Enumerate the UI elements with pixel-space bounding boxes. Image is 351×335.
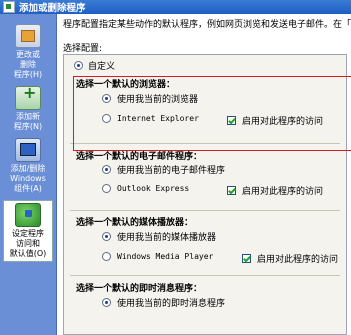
email-enable-label: 启用对此程序的访问 bbox=[242, 187, 324, 197]
email-current-radio[interactable] bbox=[102, 165, 111, 174]
sidebar-item-windows-components[interactable]: 添加/删除 Windows 组件(A) bbox=[4, 138, 52, 194]
media-group-title: 选择一个默认的媒体播放器： bbox=[76, 218, 194, 228]
sidebar-item-add-new[interactable]: 添加新 程序(N) bbox=[4, 86, 52, 132]
im-current-option[interactable]: 使用我当前的即时消息程序 bbox=[102, 296, 225, 309]
custom-radio[interactable] bbox=[74, 61, 83, 70]
email-enable-option[interactable]: 启用对此程序的访问 bbox=[227, 184, 323, 197]
email-outlook-option[interactable]: Outlook Express bbox=[102, 184, 189, 193]
im-group-title: 选择一个默认的即时消息程序： bbox=[76, 284, 203, 294]
sidebar-item-label: 添加/删除 Windows 组件(A) bbox=[10, 164, 46, 193]
media-wmp-label: Windows Media Player bbox=[117, 252, 214, 261]
sidebar-item-change-remove[interactable]: 更改或 删除 程序(H) bbox=[4, 24, 52, 80]
email-outlook-label: Outlook Express bbox=[117, 184, 190, 193]
windows-components-icon bbox=[15, 138, 41, 162]
divider bbox=[70, 210, 340, 211]
custom-label: 自定义 bbox=[88, 62, 116, 72]
sidebar-item-label: 更改或 删除 程序(H) bbox=[13, 50, 43, 79]
media-enable-label: 启用对此程序的访问 bbox=[257, 255, 339, 265]
media-current-label: 使用我当前的媒体播放器 bbox=[117, 233, 217, 243]
title-bar: 添加或删除程序 bbox=[0, 0, 351, 14]
media-wmp-option[interactable]: Windows Media Player bbox=[102, 252, 213, 261]
media-group: 选择一个默认的媒体播放器： 使用我当前的媒体播放器 Windows Media … bbox=[72, 215, 342, 275]
email-current-label: 使用我当前的电子邮件程序 bbox=[117, 166, 226, 176]
im-current-label: 使用我当前的即时消息程序 bbox=[117, 299, 226, 309]
email-group: 选择一个默认的电子邮件程序： 使用我当前的电子邮件程序 Outlook Expr… bbox=[72, 149, 342, 209]
sidebar: 更改或 删除 程序(H) 添加新 程序(N) 添加/删除 Windows 组件(… bbox=[0, 14, 57, 335]
media-enable-option[interactable]: 启用对此程序的访问 bbox=[242, 252, 338, 265]
add-remove-programs-icon bbox=[3, 1, 15, 13]
media-enable-checkbox[interactable] bbox=[242, 254, 251, 263]
intro-text: 程序配置指定某些动作的默认程序，例如网页浏览和发送电子邮件。在「开始」 bbox=[63, 20, 351, 30]
im-group: 选择一个默认的即时消息程序： 使用我当前的即时消息程序 bbox=[72, 281, 342, 331]
browser-highlight-box bbox=[73, 76, 351, 151]
sidebar-item-set-defaults[interactable]: 设定程序 访问和 默认值(O) bbox=[3, 200, 53, 262]
media-current-radio[interactable] bbox=[102, 232, 111, 241]
add-new-programs-icon bbox=[15, 86, 41, 110]
email-enable-checkbox[interactable] bbox=[227, 186, 236, 195]
change-remove-programs-icon bbox=[15, 24, 41, 48]
media-wmp-radio[interactable] bbox=[102, 252, 111, 261]
sidebar-item-label: 添加新 程序(N) bbox=[13, 112, 43, 131]
main-content: 程序配置指定某些动作的默认程序，例如网页浏览和发送电子邮件。在「开始」 选择配置… bbox=[57, 14, 351, 335]
email-outlook-radio[interactable] bbox=[102, 184, 111, 193]
custom-config-row[interactable]: 自定义 bbox=[74, 59, 115, 72]
window-title: 添加或删除程序 bbox=[19, 3, 86, 14]
email-current-option[interactable]: 使用我当前的电子邮件程序 bbox=[102, 163, 225, 176]
im-current-radio[interactable] bbox=[102, 298, 111, 307]
divider bbox=[70, 275, 340, 276]
media-current-option[interactable]: 使用我当前的媒体播放器 bbox=[102, 230, 216, 243]
config-label: 选择配置: bbox=[63, 44, 103, 54]
sidebar-item-label: 设定程序 访问和 默认值(O) bbox=[9, 229, 47, 258]
set-program-defaults-icon bbox=[15, 203, 41, 227]
